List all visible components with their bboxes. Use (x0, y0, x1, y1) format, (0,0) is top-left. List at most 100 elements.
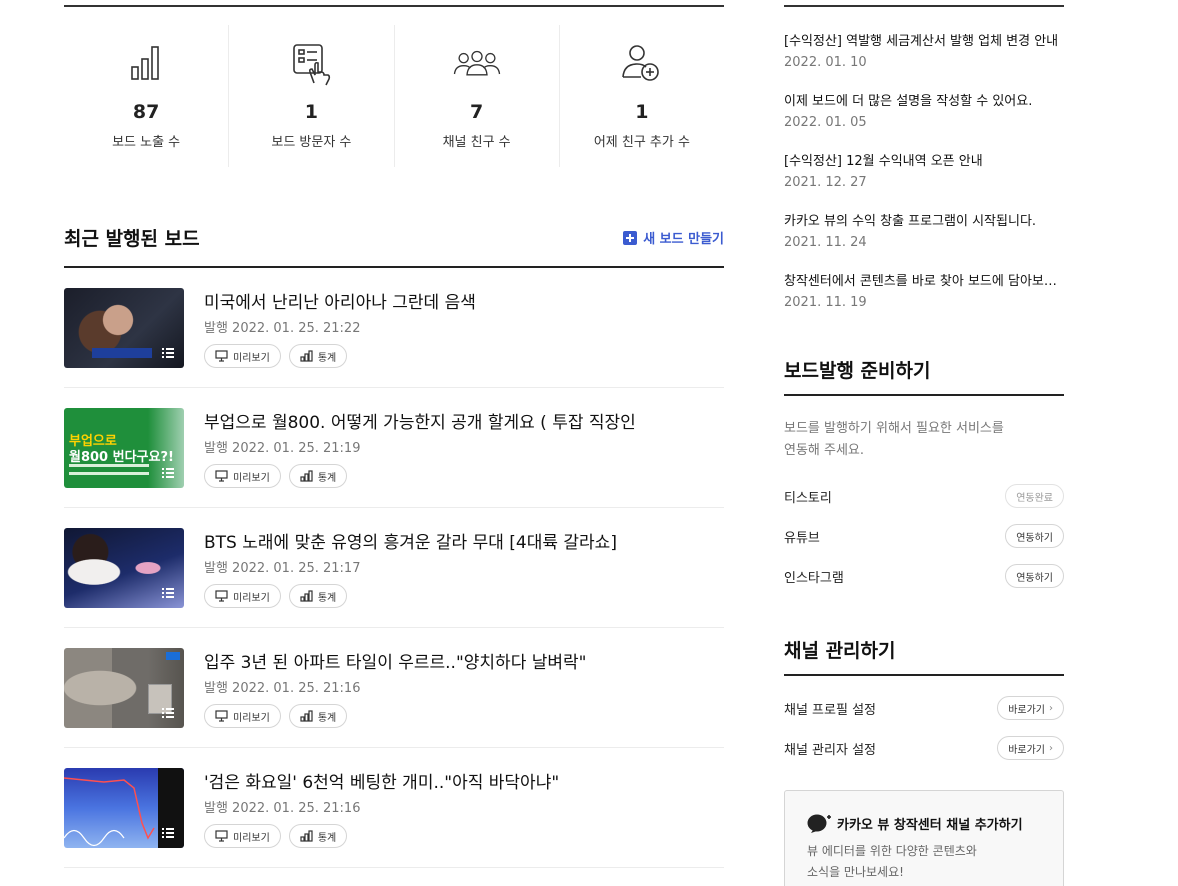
bar-chart-icon (300, 710, 313, 722)
notice-item[interactable]: [수익정산] 역발행 세금계산서 발행 업체 변경 안내 2022. 01. 1… (784, 30, 1064, 70)
board-thumbnail[interactable] (64, 288, 184, 368)
service-row-tistory: 티스토리 연동완료 (784, 484, 1064, 508)
stat-friends-added-yesterday: 1 어제 친구 추가 수 (560, 25, 724, 167)
list-icon (162, 708, 174, 718)
preview-label: 미리보기 (233, 832, 270, 844)
link-status-button[interactable]: 연동완료 (1005, 484, 1064, 508)
manage-name: 채널 관리자 설정 (784, 743, 876, 758)
notice-item[interactable]: [수익정산] 12월 수익내역 오픈 안내 2021. 12. 27 (784, 150, 1064, 190)
bar-chart-icon (300, 830, 313, 842)
stat-board-visitors: 1 보드 방문자 수 (229, 25, 395, 167)
stats-button[interactable]: 통계 (288, 584, 348, 608)
broadcaster-logo (166, 652, 180, 660)
friends-icon (453, 50, 500, 76)
board-thumbnail[interactable]: 부업으로 월800 번다구요?! (64, 408, 184, 488)
board-title[interactable]: 미국에서 난리난 아리아나 그란데 음색 (204, 288, 724, 313)
service-row-instagram: 인스타그램 연동하기 (784, 564, 1064, 588)
thumbnail-line (69, 472, 149, 475)
board-thumbnail[interactable] (64, 648, 184, 728)
link-button[interactable]: 연동하기 (1005, 524, 1064, 548)
list-item[interactable]: 부업으로 월800 번다구요?! 부업으로 월800. 어떻게 가능한지 공개 … (64, 388, 724, 508)
notice-title[interactable]: 카카오 뷰의 수익 창출 프로그램이 시작됩니다. (784, 210, 1064, 229)
stat-value: 1 (304, 101, 318, 123)
promo-title: 카카오 뷰 창작센터 채널 추가하기 (837, 817, 1023, 833)
list-item[interactable]: 미국에서 난리난 아리아나 그란데 음색 발행 2022. 01. 25. 21… (64, 268, 724, 388)
board-prep-section: 보드발행 준비하기 (784, 356, 1064, 396)
notice-item[interactable]: 카카오 뷰의 수익 창출 프로그램이 시작됩니다. 2021. 11. 24 (784, 210, 1064, 250)
service-name: 인스타그램 (784, 571, 844, 586)
notice-title[interactable]: [수익정산] 12월 수익내역 오픈 안내 (784, 150, 1064, 169)
top-divider (784, 5, 1064, 7)
board-date: 발행 2022. 01. 25. 21:22 (204, 321, 361, 336)
promo-description-line: 소식을 만나보세요! (807, 865, 904, 879)
preview-button[interactable]: 미리보기 (204, 464, 281, 488)
stat-label: 어제 친구 추가 수 (593, 135, 690, 150)
board-thumbnail[interactable] (64, 528, 184, 608)
shortcut-button[interactable]: 바로가기 › (997, 696, 1064, 720)
stat-label: 보드 노출 수 (112, 135, 181, 150)
notice-date: 2022. 01. 05 (784, 115, 867, 130)
stat-value: 87 (132, 101, 160, 123)
board-title[interactable]: 입주 3년 된 아파트 타일이 우르르.."양치하다 날벼락" (204, 648, 724, 673)
notice-title[interactable]: 창작센터에서 콘텐츠를 바로 찾아 보드에 담아보세요 (784, 270, 1064, 289)
section-title: 최근 발행된 보드 (64, 228, 200, 250)
board-thumbnail[interactable] (64, 768, 184, 848)
notice-date: 2021. 12. 27 (784, 175, 867, 190)
stats-label: 통계 (317, 712, 337, 724)
stats-label: 통계 (317, 592, 337, 604)
board-date: 발행 2022. 01. 25. 21:19 (204, 441, 361, 456)
stats-button[interactable]: 통계 (288, 344, 348, 368)
list-icon (162, 588, 174, 598)
list-icon (162, 468, 174, 478)
stats-button[interactable]: 통계 (288, 704, 348, 728)
channel-badge-icon (807, 814, 831, 833)
add-channel-promo[interactable]: 카카오 뷰 창작센터 채널 추가하기 뷰 에디터를 위한 다양한 콘텐츠와 소식… (784, 790, 1064, 886)
board-actions: 미리보기 통계 (204, 824, 348, 848)
list-item[interactable]: 입주 3년 된 아파트 타일이 우르르.."양치하다 날벼락" 발행 2022.… (64, 628, 724, 748)
notice-item[interactable]: 이제 보드에 더 많은 설명을 작성할 수 있어요. 2022. 01. 05 (784, 90, 1064, 130)
promo-title-row: 카카오 뷰 창작센터 채널 추가하기 (807, 813, 1023, 833)
recent-boards-header: 최근 발행된 보드 새 보드 만들기 (64, 224, 724, 268)
board-date: 발행 2022. 01. 25. 21:17 (204, 561, 361, 576)
shortcut-button[interactable]: 바로가기 › (997, 736, 1064, 760)
board-title[interactable]: 부업으로 월800. 어떻게 가능한지 공개 할게요 ( 투잡 직장인 (204, 408, 724, 433)
monitor-icon (215, 830, 228, 842)
preview-label: 미리보기 (233, 352, 270, 364)
preview-label: 미리보기 (233, 592, 270, 604)
new-board-button[interactable]: 새 보드 만들기 (623, 228, 724, 247)
manage-name: 채널 프로필 설정 (784, 703, 876, 718)
preview-button[interactable]: 미리보기 (204, 704, 281, 728)
board-title[interactable]: BTS 노래에 맞춘 유영의 흥겨운 갈라 무대 [4대륙 갈라쇼] (204, 528, 724, 553)
preview-button[interactable]: 미리보기 (204, 344, 281, 368)
preview-button[interactable]: 미리보기 (204, 584, 281, 608)
chevron-right-icon: › (1049, 702, 1053, 714)
prep-description: 보드를 발행하기 위해서 필요한 서비스를 연동해 주세요. (784, 418, 1064, 462)
list-item[interactable]: BTS 노래에 맞춘 유영의 흥겨운 갈라 무대 [4대륙 갈라쇼] 발행 20… (64, 508, 724, 628)
board-visit-icon (293, 44, 331, 86)
manage-row-admin: 채널 관리자 설정 바로가기 › (784, 736, 1064, 760)
caption-bar (92, 348, 152, 358)
link-button[interactable]: 연동하기 (1005, 564, 1064, 588)
monitor-icon (215, 710, 228, 722)
notice-title[interactable]: 이제 보드에 더 많은 설명을 작성할 수 있어요. (784, 90, 1064, 109)
stats-button[interactable]: 통계 (288, 464, 348, 488)
plus-icon (623, 230, 638, 245)
board-title[interactable]: '검은 화요일' 6천억 베팅한 개미.."아직 바닥아냐" (204, 768, 724, 793)
notice-item[interactable]: 창작센터에서 콘텐츠를 바로 찾아 보드에 담아보세요 2021. 11. 19 (784, 270, 1064, 310)
stat-label: 보드 방문자 수 (271, 135, 352, 150)
add-friend-icon (622, 45, 659, 81)
stats-button[interactable]: 통계 (288, 824, 348, 848)
board-actions: 미리보기 통계 (204, 344, 348, 368)
list-item[interactable]: '검은 화요일' 6천억 베팅한 개미.."아직 바닥아냐" 발행 2022. … (64, 748, 724, 868)
bar-chart-icon (131, 46, 159, 80)
shortcut-label: 바로가기 (1008, 744, 1045, 756)
board-date: 발행 2022. 01. 25. 21:16 (204, 681, 361, 696)
notice-date: 2021. 11. 19 (784, 295, 867, 310)
preview-button[interactable]: 미리보기 (204, 824, 281, 848)
stat-value: 7 (470, 101, 484, 123)
notice-title[interactable]: [수익정산] 역발행 세금계산서 발행 업체 변경 안내 (784, 30, 1064, 49)
preview-label: 미리보기 (233, 712, 270, 724)
section-title: 보드발행 준비하기 (784, 356, 1064, 396)
prep-description-line: 보드를 발행하기 위해서 필요한 서비스를 (784, 421, 1004, 436)
prep-description-line: 연동해 주세요. (784, 443, 865, 458)
